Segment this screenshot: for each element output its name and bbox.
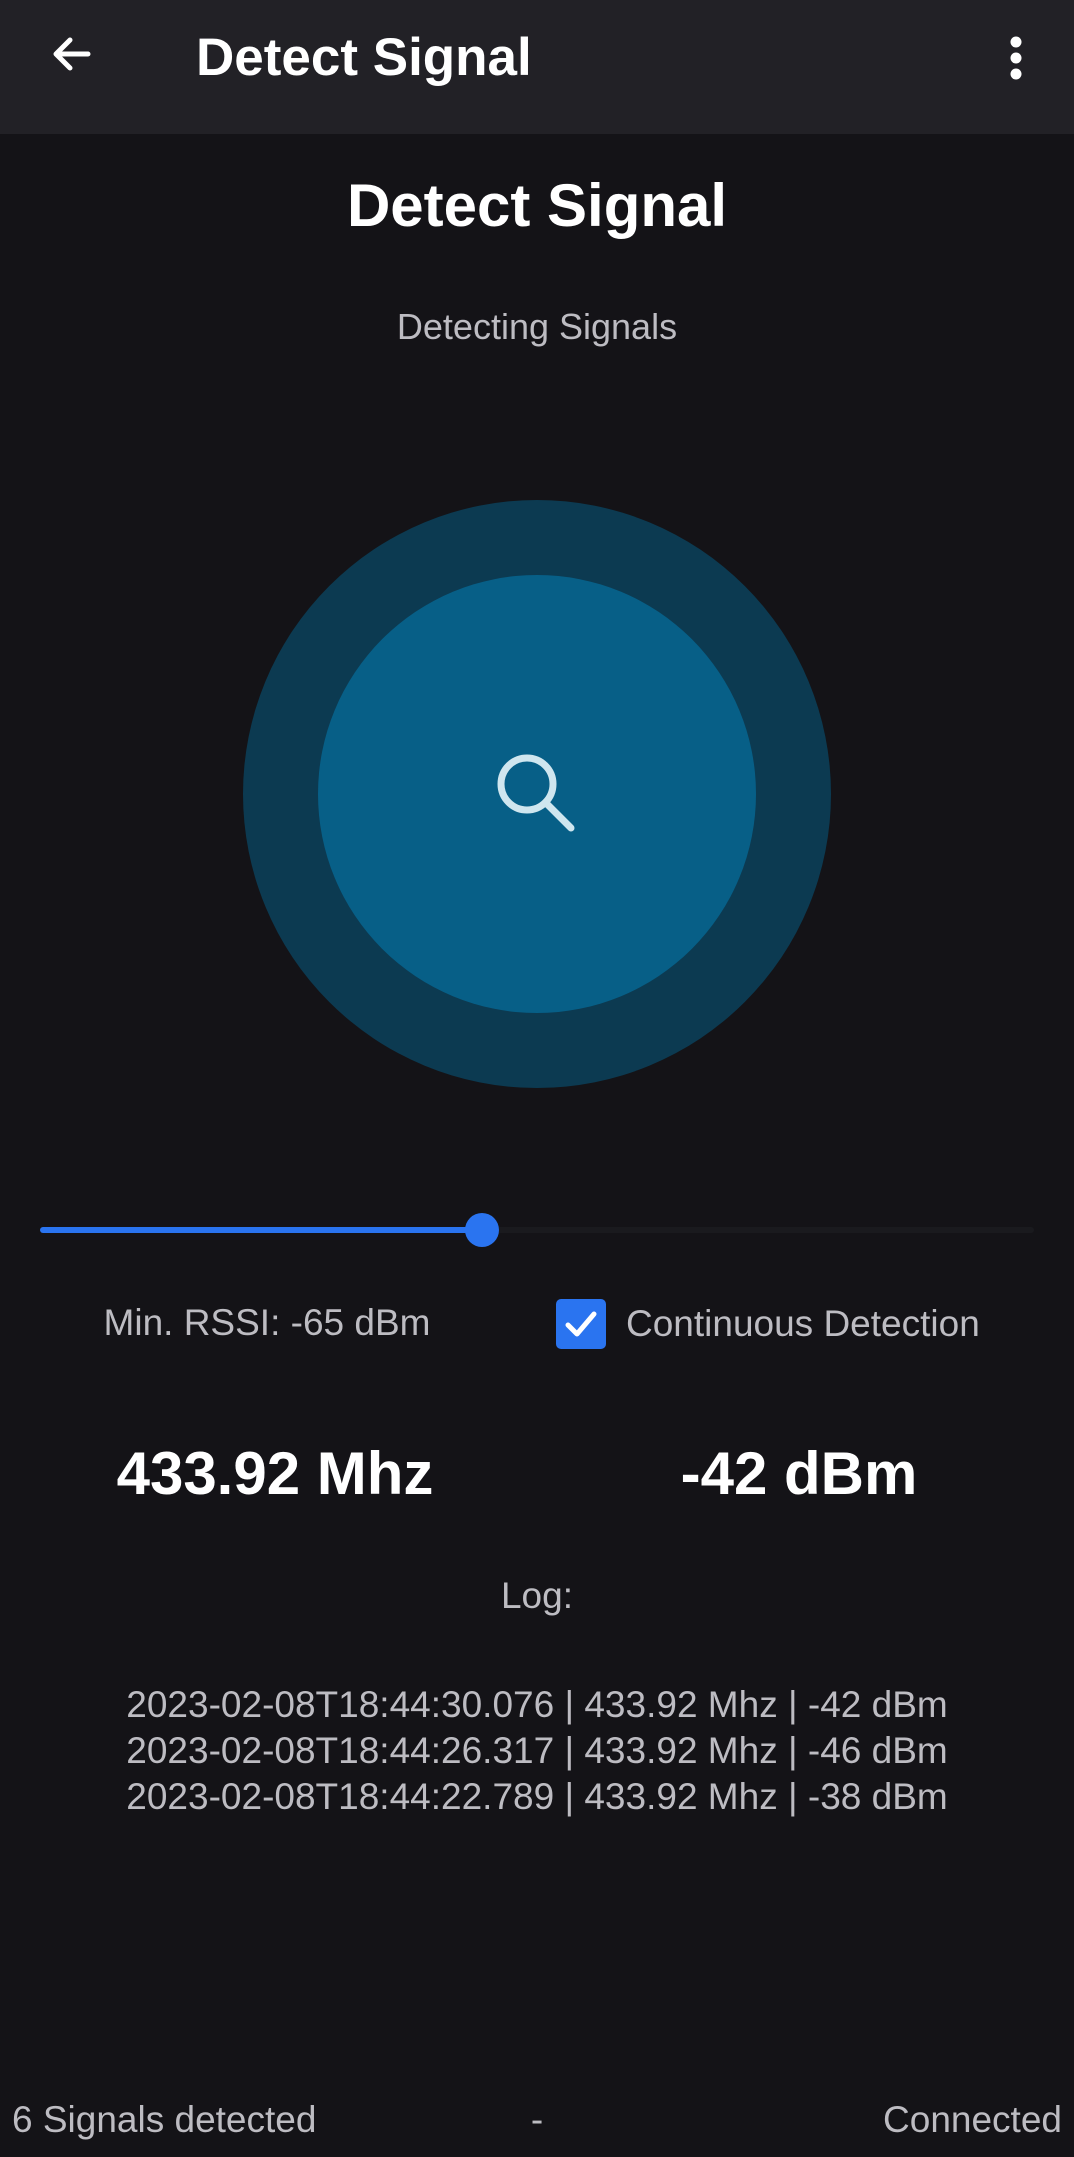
detection-status: Detecting Signals [396, 306, 678, 347]
back-button[interactable] [40, 22, 104, 86]
rssi-value: -42 dBm [680, 1440, 918, 1507]
arrow-left-icon [53, 37, 91, 71]
page-title: Detect Signal [346, 172, 728, 239]
check-icon [565, 1311, 597, 1337]
log-entry: 2023-02-08T18:44:30.076 | 433.92 Mhz | -… [126, 1684, 948, 1725]
app-bar: Detect Signal [0, 0, 1074, 134]
connection-status: Connected [883, 2099, 1062, 2140]
log-label: Log: [500, 1575, 573, 1616]
slider-fill [40, 1227, 482, 1233]
log-list: 2023-02-08T18:44:30.076 | 433.92 Mhz | -… [0, 1682, 1074, 1820]
log-entry: 2023-02-08T18:44:22.789 | 433.92 Mhz | -… [126, 1776, 948, 1817]
status-bar: 6 Signals detected - Connected [0, 2092, 1074, 2148]
slider-thumb[interactable] [465, 1213, 499, 1247]
continuous-detection-checkbox[interactable] [556, 1299, 606, 1349]
search-icon [497, 754, 575, 832]
min-rssi-label: Min. RSSI: -65 dBm [103, 1302, 431, 1343]
more-options-button[interactable] [990, 22, 1042, 94]
scan-button[interactable] [318, 575, 756, 1013]
continuous-detection-toggle[interactable]: Continuous Detection [556, 1296, 980, 1352]
app-bar-title: Detect Signal [196, 28, 532, 87]
log-entry: 2023-02-08T18:44:26.317 | 433.92 Mhz | -… [126, 1730, 948, 1771]
min-rssi-slider[interactable] [40, 1206, 1034, 1254]
frequency-value: 433.92 Mhz [116, 1440, 434, 1507]
more-vertical-icon [1010, 36, 1022, 80]
continuous-detection-label: Continuous Detection [626, 1303, 980, 1344]
